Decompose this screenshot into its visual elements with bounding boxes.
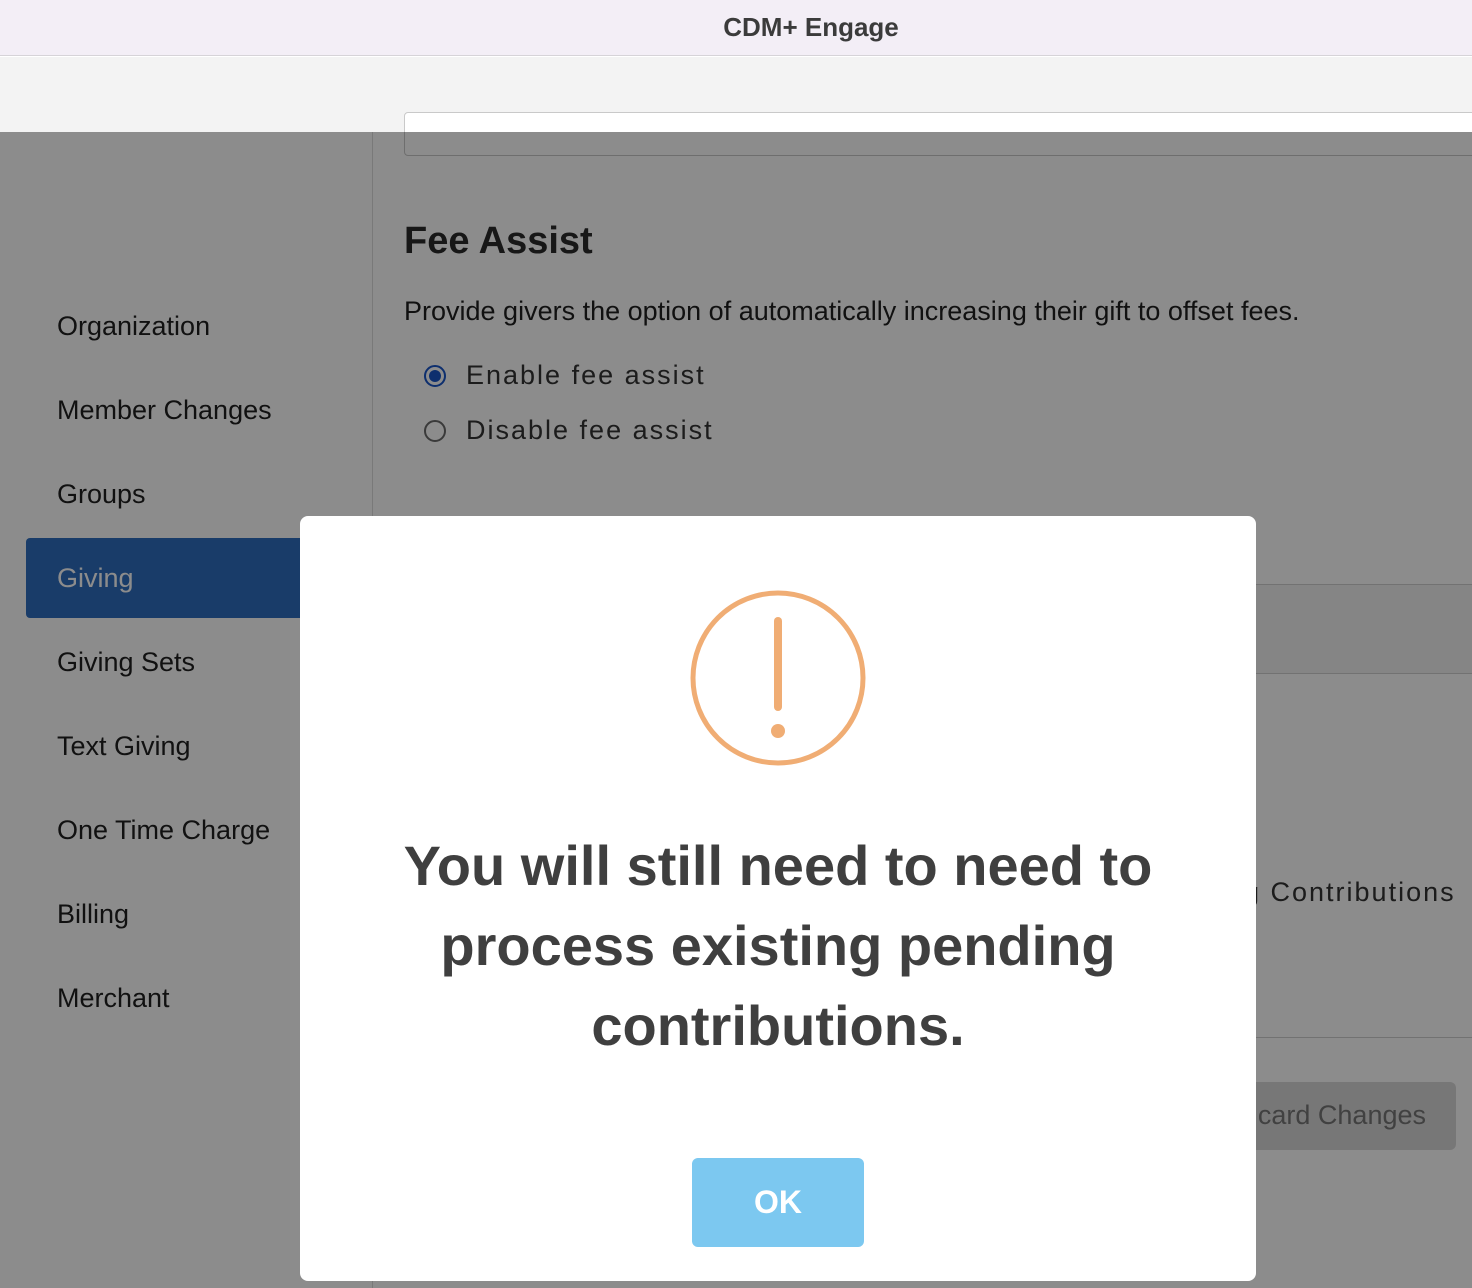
alert-message: You will still need to need to process e… xyxy=(403,834,1153,1057)
exclamation-circle-icon xyxy=(690,590,866,766)
title-bar: CDM+ Engage xyxy=(0,0,1472,56)
ok-button[interactable]: OK xyxy=(692,1158,864,1247)
window-title: CDM+ Engage xyxy=(723,12,899,42)
app-window: CDM+ Engage Organization Member Changes … xyxy=(0,0,1472,1288)
alert-dialog: You will still need to need to process e… xyxy=(300,516,1256,1281)
